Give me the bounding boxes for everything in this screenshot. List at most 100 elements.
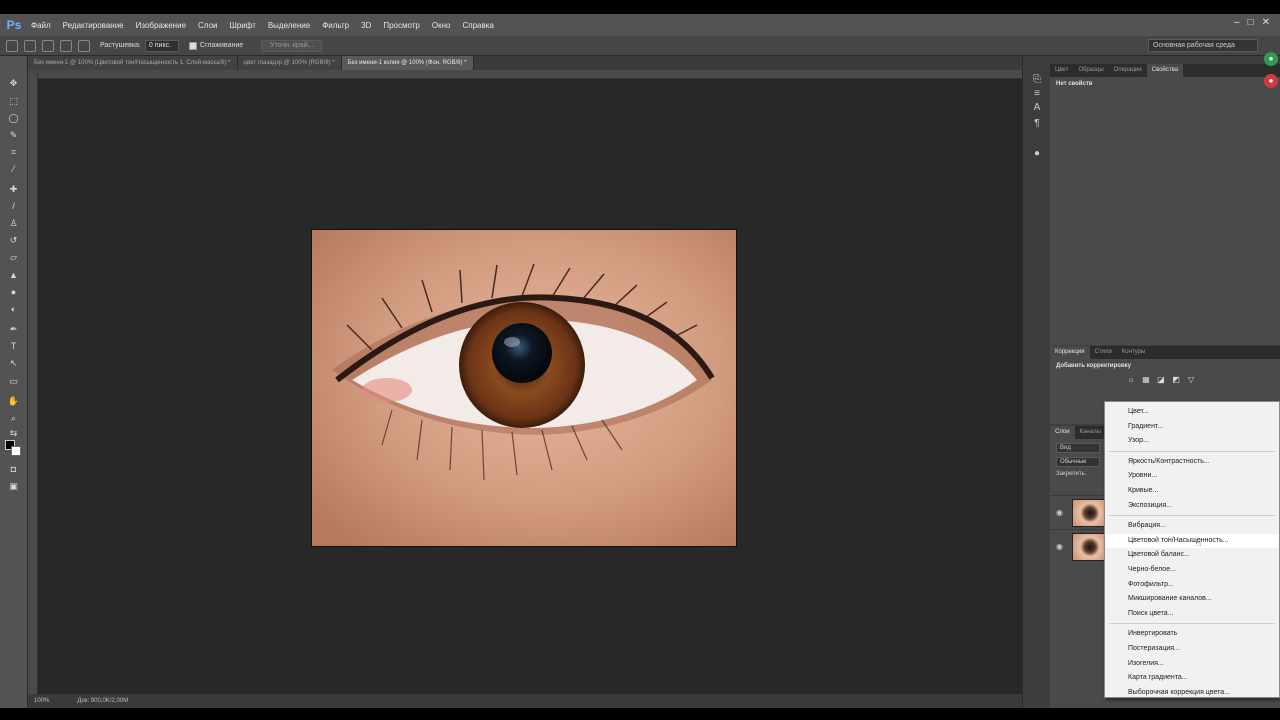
menu-item-vibrance[interactable]: Вибрация... — [1105, 519, 1279, 534]
background-color-swatch[interactable] — [11, 446, 21, 456]
vibrance-icon[interactable]: ▽ — [1186, 375, 1196, 385]
type-tool-icon[interactable]: T — [7, 341, 20, 352]
swap-colors-icon[interactable]: ⇆ — [7, 428, 20, 439]
menu-item-levels[interactable]: Уровни... — [1105, 469, 1279, 484]
shape-tool-icon[interactable]: ▭ — [7, 376, 20, 387]
move-tool-icon[interactable]: ✥ — [7, 78, 20, 89]
plugin-red-icon[interactable]: ● — [1264, 74, 1278, 88]
menu-item-solid-color[interactable]: Цвет... — [1105, 405, 1279, 420]
menu-item-black-white[interactable]: Черно-белое... — [1105, 563, 1279, 578]
marquee-tool-icon[interactable]: ⬚ — [7, 96, 20, 107]
intersect-selection-icon[interactable] — [78, 39, 90, 52]
document-tab[interactable]: цвет глазадзр @ 100% (RGB/8) * — [237, 56, 342, 70]
menu-item-threshold[interactable]: Изогелия... — [1105, 657, 1279, 672]
menu-view[interactable]: Просмотр — [377, 21, 426, 30]
new-selection-icon[interactable] — [24, 39, 36, 52]
quick-select-tool-icon[interactable]: ✎ — [7, 130, 20, 141]
menu-item-posterize[interactable]: Постеризация... — [1105, 642, 1279, 657]
layer-kind-filter[interactable]: Вид — [1056, 443, 1100, 453]
close-icon[interactable]: ✕ — [1262, 17, 1270, 28]
visibility-eye-icon[interactable]: ◉ — [1056, 542, 1063, 551]
menu-select[interactable]: Выделение — [262, 21, 316, 30]
menu-bar: Ps Файл Редактирование Изображение Слои … — [0, 14, 1280, 36]
menu-item-pattern[interactable]: Узор... — [1105, 434, 1279, 449]
blur-tool-icon[interactable]: ● — [7, 287, 20, 298]
minimize-icon[interactable]: – — [1234, 17, 1240, 28]
tab-properties[interactable]: Свойства — [1146, 64, 1184, 77]
screen-mode-icon[interactable]: ▣ — [7, 481, 20, 492]
brush-tool-icon[interactable]: / — [7, 201, 20, 212]
tab-actions[interactable]: Операции — [1109, 64, 1147, 77]
hand-tool-icon[interactable]: ✋ — [7, 396, 20, 407]
tab-styles[interactable]: Стили — [1090, 346, 1117, 359]
document-tab[interactable]: Без имени-1 @ 100% (Цветовой тон/Насыщен… — [28, 56, 238, 70]
path-select-tool-icon[interactable]: ↖ — [7, 358, 20, 369]
lasso-preset-icon[interactable] — [6, 39, 18, 52]
eraser-tool-icon[interactable]: ▱ — [7, 252, 20, 263]
menu-image[interactable]: Изображение — [130, 21, 192, 30]
menu-item-invert[interactable]: Инвертировать — [1105, 627, 1279, 642]
document-tab-active[interactable]: Без имени-1 копия @ 100% (Фон, RGB/8) * — [341, 56, 474, 70]
zoom-level[interactable]: 100% — [34, 698, 49, 704]
eyedropper-tool-icon[interactable]: ⁄ — [7, 164, 20, 175]
eye-photo[interactable] — [311, 229, 737, 547]
info-panel-icon[interactable]: ● — [1031, 148, 1043, 160]
menu-item-gradient-map[interactable]: Карта градиента... — [1105, 671, 1279, 686]
menu-help[interactable]: Справка — [456, 21, 499, 30]
menu-item-color-balance[interactable]: Цветовой баланс... — [1105, 548, 1279, 563]
menu-edit[interactable]: Редактирование — [57, 21, 130, 30]
tab-channels[interactable]: Каналы — [1075, 426, 1106, 439]
zoom-tool-icon[interactable]: ⌕ — [7, 413, 20, 424]
tab-adjustments[interactable]: Коррекция — [1050, 346, 1090, 359]
screen-bottom-border — [0, 708, 1280, 720]
visibility-eye-icon[interactable]: ◉ — [1056, 508, 1063, 517]
add-selection-icon[interactable] — [42, 39, 54, 52]
tab-color[interactable]: Цвет — [1050, 64, 1073, 77]
maximize-icon[interactable]: □ — [1248, 17, 1254, 28]
character-panel-icon[interactable]: A — [1031, 102, 1043, 114]
brightness-icon[interactable]: ☼ — [1126, 375, 1136, 385]
tab-swatches[interactable]: Образцы — [1073, 64, 1108, 77]
tab-layers[interactable]: Слои — [1050, 426, 1075, 439]
stamp-tool-icon[interactable]: ♙ — [7, 218, 20, 229]
history-brush-tool-icon[interactable]: ↺ — [7, 235, 20, 246]
menu-layers[interactable]: Слои — [192, 21, 223, 30]
properties-panel-icon[interactable]: ≡ — [1031, 88, 1043, 100]
curves-icon[interactable]: ◪ — [1156, 375, 1166, 385]
history-panel-icon[interactable]: ⎘ — [1031, 74, 1043, 86]
menu-item-curves[interactable]: Кривые... — [1105, 484, 1279, 499]
blend-mode-select[interactable]: Обычные — [1056, 457, 1100, 467]
feather-input[interactable]: 0 пикс. — [144, 39, 179, 52]
menu-item-exposure[interactable]: Экспозиция... — [1105, 499, 1279, 514]
crop-tool-icon[interactable]: ⌗ — [7, 147, 20, 158]
menu-item-hue-saturation[interactable]: Цветовой тон/Насыщенность... — [1105, 533, 1279, 549]
refine-edge-button[interactable]: Уточн. край... — [261, 39, 323, 52]
subtract-selection-icon[interactable] — [60, 39, 72, 52]
tab-paths[interactable]: Контуры — [1117, 346, 1151, 359]
menu-type[interactable]: Шрифт — [223, 21, 261, 30]
horizontal-ruler — [38, 70, 1022, 79]
menu-item-photo-filter[interactable]: Фотофильтр... — [1105, 578, 1279, 593]
menu-window[interactable]: Окно — [426, 21, 457, 30]
menu-filter[interactable]: Фильтр — [316, 21, 355, 30]
lasso-tool-icon[interactable]: ◯ — [7, 113, 20, 124]
menu-item-selective-color[interactable]: Выборочная коррекция цвета... — [1105, 686, 1279, 701]
menu-item-channel-mixer[interactable]: Микширование каналов... — [1105, 592, 1279, 607]
pen-tool-icon[interactable]: ✒ — [7, 324, 20, 335]
quick-mask-icon[interactable]: ◘ — [7, 464, 20, 475]
workspace-select[interactable]: Основная рабочая среда — [1148, 39, 1258, 52]
menu-item-brightness-contrast[interactable]: Яркость/Контрастность... — [1105, 455, 1279, 470]
exposure-icon[interactable]: ◩ — [1171, 375, 1181, 385]
antialias-checkbox[interactable] — [188, 41, 197, 50]
menu-file[interactable]: Файл — [25, 21, 57, 30]
levels-icon[interactable]: ▦ — [1141, 375, 1151, 385]
gradient-tool-icon[interactable]: ▲ — [7, 270, 20, 281]
menu-item-color-lookup[interactable]: Поиск цвета... — [1105, 607, 1279, 622]
window-controls: – □ ✕ — [1234, 17, 1270, 28]
menu-item-gradient[interactable]: Градиент... — [1105, 420, 1279, 435]
paragraph-panel-icon[interactable]: ¶ — [1031, 118, 1043, 130]
dodge-tool-icon[interactable]: ◐ — [7, 304, 20, 315]
plugin-green-icon[interactable]: ● — [1264, 52, 1278, 66]
menu-3d[interactable]: 3D — [355, 21, 377, 30]
healing-tool-icon[interactable]: ✚ — [7, 184, 20, 195]
